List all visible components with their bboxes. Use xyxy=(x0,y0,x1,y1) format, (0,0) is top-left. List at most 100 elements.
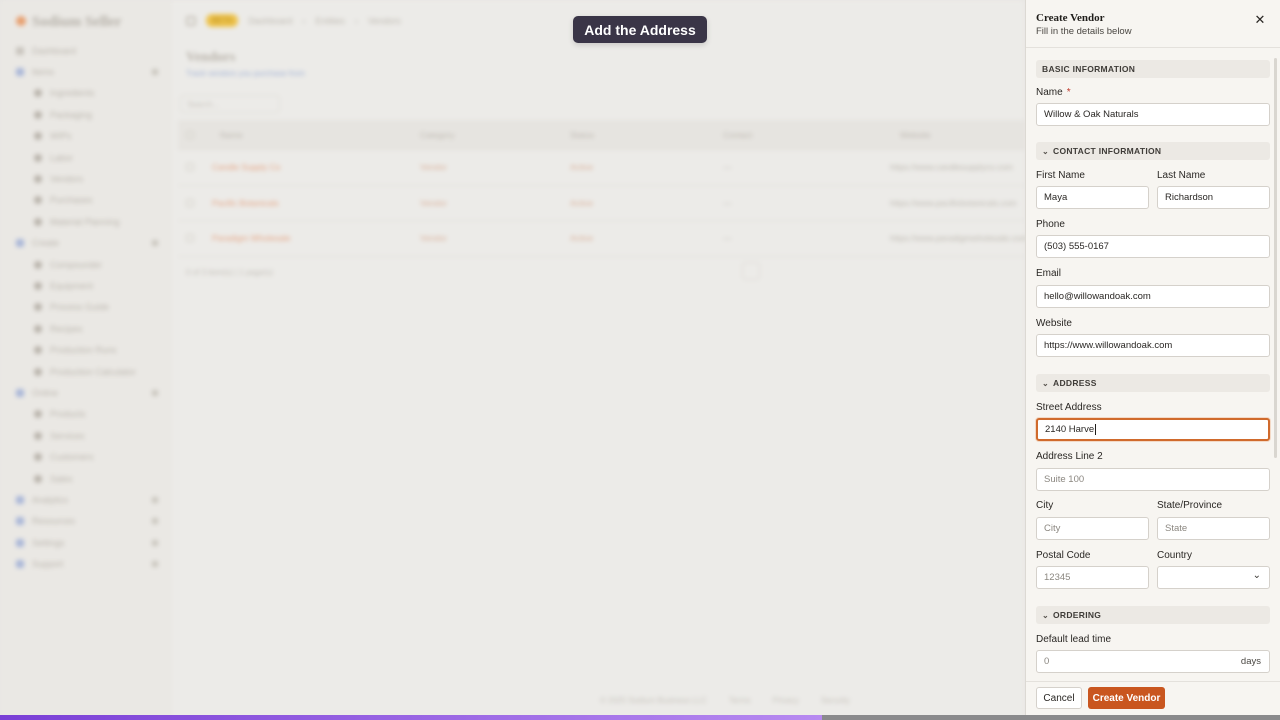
state-input[interactable]: State xyxy=(1157,517,1270,540)
cell-name[interactable]: Candle Supply Co xyxy=(212,162,281,172)
sidebar-item[interactable]: Process Guide xyxy=(16,297,158,318)
sidebar-item[interactable]: Online xyxy=(16,382,158,403)
row-checkbox[interactable] xyxy=(186,163,194,172)
name-label: Name * xyxy=(1036,87,1071,98)
sidebar-item[interactable]: WIPs xyxy=(16,126,158,147)
sidebar-item[interactable]: Production Runs xyxy=(16,339,158,360)
top-bar: BETA Dashboard › Entities › Vendors xyxy=(186,14,401,27)
sidebar-item[interactable]: Vendors xyxy=(16,168,158,189)
pagination-button[interactable] xyxy=(742,262,760,280)
sidebar-item[interactable]: Create xyxy=(16,233,158,254)
address-line-2-label: Address Line 2 xyxy=(1036,451,1103,462)
address-line-2-input[interactable]: Suite 100 xyxy=(1036,468,1270,491)
vendor-name-input[interactable]: Willow & Oak Naturals xyxy=(1036,103,1270,126)
first-name-input[interactable]: Maya xyxy=(1036,186,1149,209)
cell-name[interactable]: Paradigm Wholesale xyxy=(212,233,290,243)
column-header-contact[interactable]: Contact xyxy=(723,130,752,140)
chevron-icon xyxy=(152,518,158,525)
sidebar-item[interactable]: Customers xyxy=(16,446,158,467)
sidebar-item[interactable]: Packaging xyxy=(16,104,158,125)
sidebar-item[interactable]: Production Calculator xyxy=(16,361,158,382)
nav-icon xyxy=(16,388,24,397)
phone-input[interactable]: (503) 555-0167 xyxy=(1036,235,1270,258)
sidebar-item[interactable]: Items xyxy=(16,61,158,82)
nav-icon xyxy=(34,367,42,376)
cell-name[interactable]: Pacific Botanicals xyxy=(212,198,279,208)
website-input[interactable]: https://www.willowandoak.com xyxy=(1036,334,1270,357)
table-header-row: Name Category Status Contact Website xyxy=(178,120,1025,150)
postal-code-input[interactable]: 12345 xyxy=(1036,566,1149,589)
sidebar-item[interactable]: Labor xyxy=(16,147,158,168)
search-input[interactable]: Search... xyxy=(180,95,280,113)
column-header-name[interactable]: Name xyxy=(220,130,243,140)
lead-time-label: Default lead time xyxy=(1036,634,1112,645)
row-checkbox[interactable] xyxy=(186,198,194,207)
table-row[interactable]: Paradigm Wholesale Vendor Active — https://w… xyxy=(178,221,1027,257)
country-label: Country xyxy=(1157,550,1193,561)
app-logo: Sodium Seller xyxy=(16,14,122,31)
create-vendor-drawer: Create Vendor Fill in the details below … xyxy=(1025,0,1280,715)
breadcrumb-item[interactable]: Dashboard xyxy=(248,16,292,26)
state-label: State/Province xyxy=(1157,500,1223,511)
sidebar-item[interactable]: Analytics xyxy=(16,489,158,510)
column-header-status[interactable]: Status xyxy=(570,130,594,140)
sidebar-item[interactable]: Resources xyxy=(16,511,158,532)
close-icon[interactable]: ✕ xyxy=(1252,12,1268,28)
nav-icon xyxy=(34,260,42,269)
nav-icon xyxy=(16,517,24,526)
sidebar-item[interactable]: Services xyxy=(16,425,158,446)
country-select[interactable]: ⌄ xyxy=(1157,566,1270,589)
table-row[interactable]: Candle Supply Co Vendor Active — https://www… xyxy=(178,150,1025,186)
nav-icon xyxy=(34,324,42,333)
sidebar-item[interactable]: Compounder xyxy=(16,254,158,275)
lead-time-input[interactable]: 0 days xyxy=(1036,650,1270,673)
sidebar-item[interactable]: Recipes xyxy=(16,318,158,339)
sidebar-item[interactable]: Dashboard xyxy=(16,40,158,61)
section-ordering[interactable]: ⌄ ORDERING xyxy=(1036,606,1270,624)
sidebar-item[interactable]: Products xyxy=(16,404,158,425)
sidebar-item[interactable]: Material Planning xyxy=(16,211,158,232)
cell-website[interactable]: https://www.paradigmwholesale.com xyxy=(890,233,1027,243)
menu-icon[interactable] xyxy=(186,15,196,26)
page-title: Vendors xyxy=(186,50,236,65)
create-vendor-button[interactable]: Create Vendor xyxy=(1088,687,1165,709)
nav-icon xyxy=(34,453,42,462)
cell-category: Vendor xyxy=(420,197,447,208)
cell-website[interactable]: https://www.candlesupplyco.com xyxy=(890,162,1013,172)
column-header-website[interactable]: Website xyxy=(900,130,931,140)
chevron-icon xyxy=(152,539,158,546)
vendors-table: Name Category Status Contact Website Can… xyxy=(178,120,1027,257)
cell-website[interactable]: https://www.pacificbotanicals.com xyxy=(890,198,1017,208)
sidebar-item[interactable]: Purchases xyxy=(16,190,158,211)
cancel-button[interactable]: Cancel xyxy=(1036,687,1082,709)
nav-icon xyxy=(34,196,42,205)
section-contact-information[interactable]: ⌄ CONTACT INFORMATION xyxy=(1036,142,1270,160)
required-marker: * xyxy=(1066,87,1071,98)
street-address-input[interactable]: 2140 Harve xyxy=(1036,418,1270,441)
sidebar-item[interactable]: Support xyxy=(16,553,158,574)
nav-icon xyxy=(34,474,42,483)
nav-icon xyxy=(34,410,42,419)
last-name-input[interactable]: Richardson xyxy=(1157,186,1270,209)
table-footer: 0 of 3 item(s) | 1 page(s) xyxy=(186,268,273,277)
drawer-scrollbar[interactable] xyxy=(1274,58,1277,458)
table-row[interactable]: Pacific Botanicals Vendor Active — https://w… xyxy=(178,186,1025,221)
email-input[interactable]: hello@willowandoak.com xyxy=(1036,285,1270,308)
sidebar-item[interactable]: Settings xyxy=(16,532,158,553)
row-checkbox[interactable] xyxy=(186,234,194,243)
nav-icon xyxy=(34,303,42,312)
city-input[interactable]: City xyxy=(1036,517,1149,540)
nav-icon xyxy=(16,68,24,77)
sidebar-item[interactable]: Sales xyxy=(16,468,158,489)
phone-label: Phone xyxy=(1036,219,1065,230)
select-all-checkbox[interactable] xyxy=(186,130,194,139)
section-address[interactable]: ⌄ ADDRESS xyxy=(1036,374,1270,392)
column-header-category[interactable]: Category xyxy=(420,130,455,140)
postal-code-label: Postal Code xyxy=(1036,550,1091,561)
nav-icon xyxy=(16,560,24,569)
sidebar-item[interactable]: Equipment xyxy=(16,275,158,296)
cell-status: Active xyxy=(570,162,594,173)
page-footer: © 2025 Sodium Business LLC Terms Privacy… xyxy=(600,696,850,705)
sidebar-item[interactable]: Ingredients xyxy=(16,83,158,104)
breadcrumb-item[interactable]: Entities xyxy=(315,16,345,26)
